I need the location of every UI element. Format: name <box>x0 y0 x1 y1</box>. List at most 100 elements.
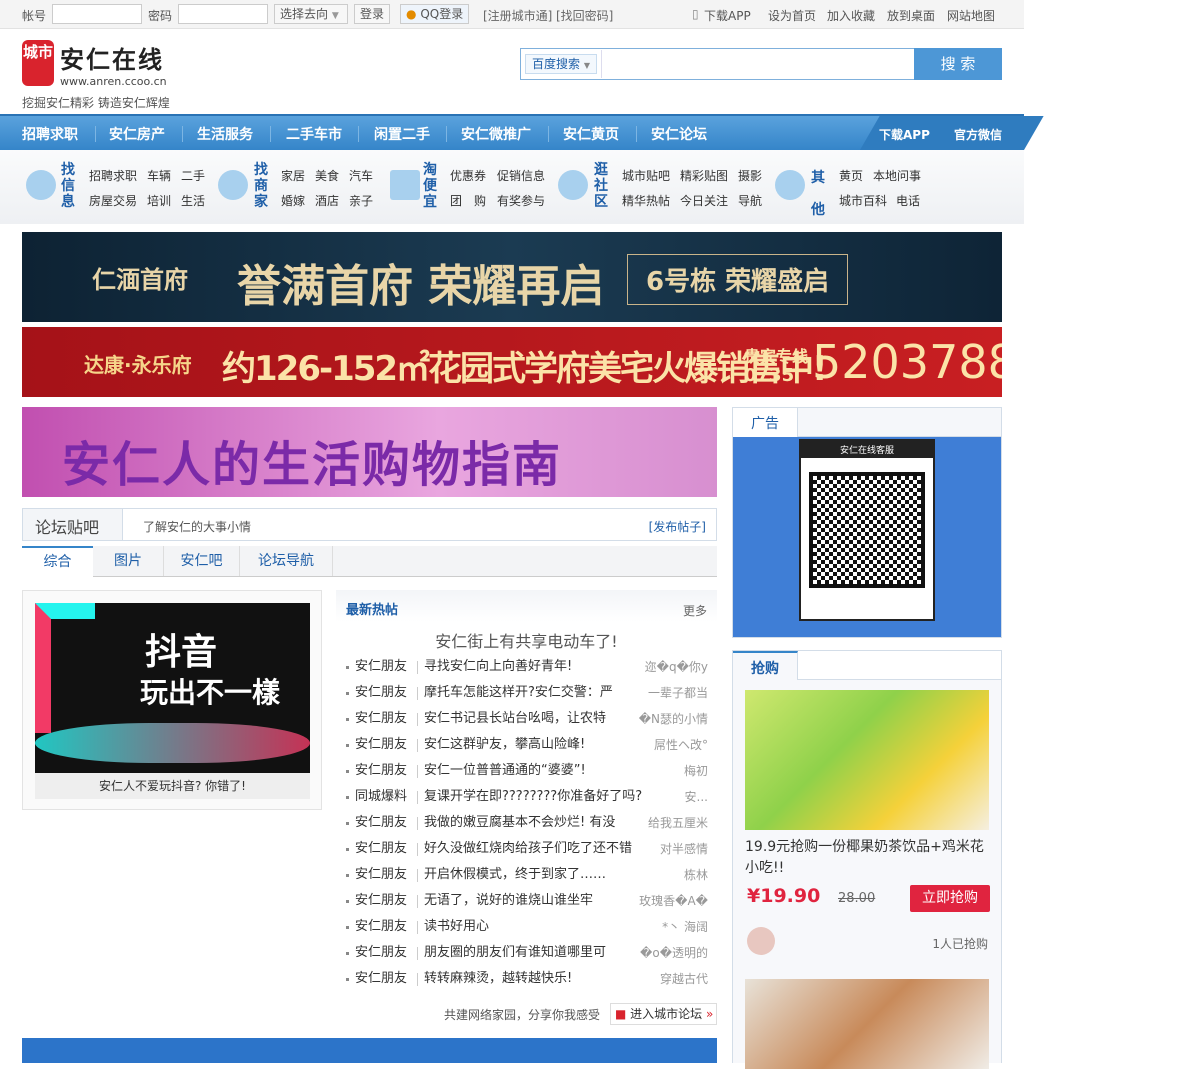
search-engine-select[interactable]: 百度搜索 ▼ <box>525 54 597 74</box>
post-category[interactable]: 安仁朋友 <box>355 680 407 706</box>
post-category[interactable]: 安仁朋友 <box>355 836 407 862</box>
post-author[interactable]: 一辈子都当 <box>648 680 708 706</box>
nav-item-jobs[interactable]: 招聘求职 <box>22 124 78 144</box>
hot-post-row[interactable]: 安仁朋友 安仁这群驴友，攀高山险峰! 屌性ヘ改° <box>346 732 708 758</box>
category-link[interactable]: 优惠券 <box>450 167 486 184</box>
search-button[interactable]: 搜 索 <box>914 48 1002 80</box>
category-link[interactable]: 培训 <box>147 192 171 209</box>
account-input[interactable] <box>52 4 142 24</box>
product-image[interactable] <box>745 690 989 830</box>
post-author[interactable]: 安... <box>685 784 708 810</box>
nav-item-promotion[interactable]: 安仁微推广 <box>461 124 531 144</box>
post-category[interactable]: 安仁朋友 <box>355 732 407 758</box>
post-author[interactable]: 穿越古代 <box>660 966 708 992</box>
category-link[interactable]: 摄影 <box>738 167 762 184</box>
post-category[interactable]: 安仁朋友 <box>355 940 407 966</box>
nav-item-housing[interactable]: 安仁房产 <box>109 124 165 144</box>
category-link[interactable]: 汽车 <box>349 167 373 184</box>
category-link[interactable]: 促销信息 <box>497 167 545 184</box>
post-title[interactable]: 摩托车怎能这样开?安仁交警：严 <box>424 680 644 706</box>
hot-post-row[interactable]: 安仁朋友 朋友圈的朋友们有谁知道哪里可 �o�透明的 <box>346 940 708 966</box>
hot-post-row[interactable]: 安仁朋友 开启休假模式，终于到家了…… 栋林 <box>346 862 708 888</box>
post-category[interactable]: 安仁朋友 <box>355 706 407 732</box>
hot-post-row[interactable]: 安仁朋友 摩托车怎能这样开?安仁交警：严 一辈子都当 <box>346 680 708 706</box>
category-link[interactable]: 团 购 <box>450 192 486 209</box>
post-category[interactable]: 安仁朋友 <box>355 888 407 914</box>
feature-card[interactable]: 抖音 玩出不一樣 安仁人不爱玩抖音? 你错了! <box>22 590 322 810</box>
post-title[interactable]: 复课开学在即????????你准备好了吗? <box>424 784 644 810</box>
nav-item-yellow-pages[interactable]: 安仁黄页 <box>563 124 619 144</box>
post-category[interactable]: 安仁朋友 <box>355 862 407 888</box>
post-link[interactable]: [发布帖子] <box>649 518 706 535</box>
find-password-link[interactable]: [找回密码] <box>556 7 613 24</box>
product-image-2[interactable] <box>745 979 989 1069</box>
tab-forum-nav[interactable]: 论坛导航 <box>240 546 333 576</box>
hot-post-row[interactable]: 安仁朋友 安仁书记县长站台吆喝，让农特 �N瑟的小情 <box>346 706 708 732</box>
post-category[interactable]: 安仁朋友 <box>355 914 407 940</box>
post-category[interactable]: 安仁朋友 <box>355 966 407 992</box>
nav-item-forum[interactable]: 安仁论坛 <box>651 124 707 144</box>
bottom-banner[interactable] <box>22 1038 717 1063</box>
post-title[interactable]: 无语了，说好的谁烧山谁坐牢 <box>424 888 644 914</box>
download-app-link[interactable]: 下载APP <box>704 7 751 24</box>
category-link[interactable]: 二手 <box>181 167 205 184</box>
register-link[interactable]: [注册城市通] <box>483 7 552 24</box>
category-link[interactable]: 导航 <box>738 192 762 209</box>
qq-login-button[interactable]: ● QQ登录 <box>400 4 470 24</box>
post-category[interactable]: 安仁朋友 <box>355 758 407 784</box>
hot-post-row[interactable]: 安仁朋友 安仁一位普普通通的“婆婆”! 梅初 <box>346 758 708 784</box>
category-link[interactable]: 酒店 <box>315 192 339 209</box>
tab-pictures[interactable]: 图片 <box>93 546 164 576</box>
category-link[interactable]: 精彩贴图 <box>680 167 728 184</box>
sitemap-link[interactable]: 网站地图 <box>947 7 995 24</box>
desktop-link[interactable]: 放到桌面 <box>887 7 935 24</box>
qr-ad[interactable]: 安仁在线客服 <box>733 437 1001 637</box>
tab-anren-bar[interactable]: 安仁吧 <box>164 546 240 576</box>
hot-post-row[interactable]: 安仁朋友 转转麻辣烫，越转越快乐! 穿越古代 <box>346 966 708 992</box>
category-link[interactable]: 婚嫁 <box>281 192 305 209</box>
post-title[interactable]: 转转麻辣烫，越转越快乐! <box>424 966 644 992</box>
nav-item-life-services[interactable]: 生活服务 <box>197 124 253 144</box>
post-title[interactable]: 读书好用心 <box>424 914 644 940</box>
category-link[interactable]: 房屋交易 <box>89 192 137 209</box>
set-homepage-link[interactable]: 设为首页 <box>768 7 816 24</box>
category-link[interactable]: 美食 <box>315 167 339 184</box>
search-input[interactable] <box>601 50 913 78</box>
post-author[interactable]: 对半感情 <box>660 836 708 862</box>
category-link[interactable]: 招聘求职 <box>89 167 137 184</box>
post-title[interactable]: 寻找安仁向上向善好青年! <box>424 654 644 680</box>
category-link[interactable]: 亲子 <box>349 192 373 209</box>
hot-post-row[interactable]: 安仁朋友 好久没做红烧肉给孩子们吃了还不错 对半感情 <box>346 836 708 862</box>
post-category[interactable]: 同城爆料 <box>355 784 407 810</box>
post-title[interactable]: 我做的嫩豆腐基本不会炒烂! 有没 <box>424 810 644 836</box>
site-logo[interactable]: 城市 安仁在线 www.anren.ccoo.cn 挖掘安仁精彩 铸造安仁辉煌 <box>22 40 170 111</box>
category-link[interactable]: 家居 <box>281 167 305 184</box>
category-link[interactable]: 本地问事 <box>873 167 921 184</box>
nav-item-used-cars[interactable]: 二手车市 <box>286 124 342 144</box>
post-title[interactable]: 安仁这群驴友，攀高山险峰! <box>424 732 644 758</box>
tab-all[interactable]: 综合 <box>22 546 93 577</box>
add-favorite-link[interactable]: 加入收藏 <box>827 7 875 24</box>
category-link[interactable]: 城市贴吧 <box>622 167 670 184</box>
category-link[interactable]: 精华热帖 <box>622 192 670 209</box>
hot-post-row[interactable]: 安仁朋友 无语了，说好的谁烧山谁坐牢 玫瑰香�A� <box>346 888 708 914</box>
hot-post-row[interactable]: 安仁朋友 我做的嫩豆腐基本不会炒烂! 有没 给我五厘米 <box>346 810 708 836</box>
direction-select[interactable]: 选择去向 ▼ <box>274 4 348 24</box>
post-category[interactable]: 安仁朋友 <box>355 810 407 836</box>
post-author[interactable]: �o�透明的 <box>640 940 708 966</box>
category-link[interactable]: 车辆 <box>147 167 171 184</box>
post-author[interactable]: *丶 海阔 <box>662 914 708 940</box>
category-link[interactable]: 有奖参与 <box>497 192 545 209</box>
category-link[interactable]: 城市百科 <box>839 192 887 209</box>
post-title[interactable]: 开启休假模式，终于到家了…… <box>424 862 644 888</box>
category-link[interactable]: 黄页 <box>839 167 863 184</box>
post-author[interactable]: 玫瑰香�A� <box>639 888 708 914</box>
post-title[interactable]: 朋友圈的朋友们有谁知道哪里可 <box>424 940 644 966</box>
post-author[interactable]: �N瑟的小情 <box>639 706 708 732</box>
more-link[interactable]: 更多 <box>683 602 707 619</box>
password-input[interactable] <box>178 4 268 24</box>
category-link[interactable]: 电话 <box>896 192 920 209</box>
post-title[interactable]: 安仁书记县长站台吆喝，让农特 <box>424 706 644 732</box>
category-link[interactable]: 今日关注 <box>680 192 728 209</box>
post-author[interactable]: 给我五厘米 <box>648 810 708 836</box>
